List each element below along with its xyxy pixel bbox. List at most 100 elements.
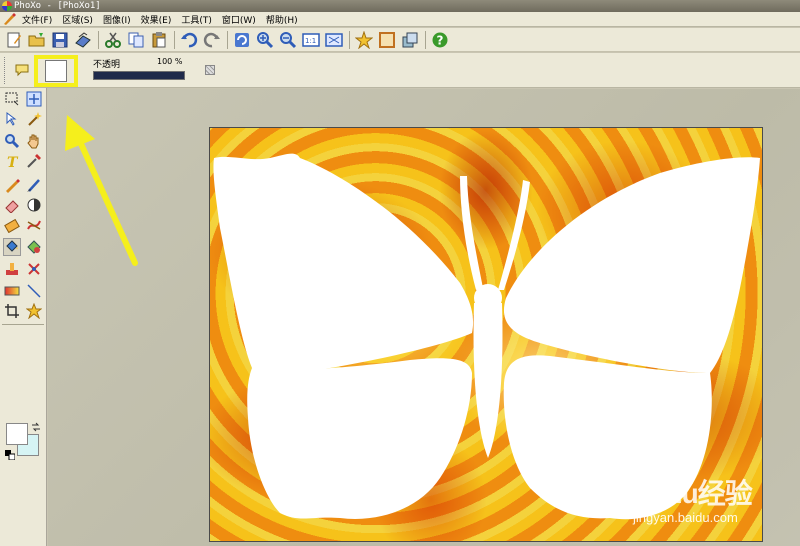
window-title: PhoXo - [PhoXo1] [14,1,101,11]
app-logo-icon [2,1,12,11]
stamp-tool[interactable] [3,260,21,278]
toolbar-separator [98,30,99,49]
brush-icon [27,179,40,192]
clone-tool[interactable] [3,216,21,234]
magic-wand-tool[interactable] [25,110,43,128]
stamp-icon [6,263,18,275]
main-toolbar: 1:1 ? [0,28,800,52]
toolbar-separator [349,30,350,49]
svg-text:?: ? [437,33,444,47]
menu-window[interactable]: 窗口(W) [218,13,262,26]
zoom-out-icon [280,31,297,48]
fit-window-button[interactable] [324,30,344,50]
menu-bar: 文件(F) 区域(S) 图像(I) 效果(E) 工具(T) 窗口(W) 帮助(H… [0,12,800,27]
layers-button[interactable] [400,30,420,50]
shape-icon [27,240,41,254]
line-tool[interactable] [25,282,43,300]
menu-tools[interactable]: 工具(T) [177,13,218,26]
annotation-arrow [65,115,138,266]
clone-icon [4,218,20,233]
swap-colors-icon[interactable] [31,422,41,432]
dodge-tool[interactable] [25,196,43,214]
hand-icon [27,134,39,149]
comment-icon[interactable] [15,63,29,77]
lasso-tool[interactable] [3,110,21,128]
cut-button[interactable] [103,30,123,50]
foreground-color-swatch[interactable] [6,423,28,445]
copy-button[interactable] [126,30,146,50]
watermark-main-text: Baidu经验 [625,478,753,509]
fill-tool[interactable] [3,238,21,256]
toolbar-separator [425,30,426,49]
move-tool[interactable] [25,90,43,108]
gradient-icon [4,286,20,296]
fill-icon [6,240,18,252]
opacity-slider[interactable] [93,71,185,80]
watermark-url: jingyan.baidu.com [633,510,738,525]
toolbar-separator [174,30,175,49]
title-bar: PhoXo - [PhoXo1] [0,0,800,12]
color-replace-tool[interactable] [25,260,43,278]
pencil-menu-icon[interactable] [2,13,16,25]
color-replace-icon [28,263,40,275]
redo-button[interactable] [202,30,222,50]
move-icon [26,91,42,107]
menu-help[interactable]: 帮助(H) [262,13,304,26]
rect-select-icon [5,92,19,106]
zoom-in-button[interactable] [255,30,275,50]
menu-select[interactable]: 区域(S) [58,13,99,26]
scan-icon [75,31,91,48]
dodge-icon [27,198,41,212]
open-button[interactable] [27,30,47,50]
gradient-tool[interactable] [3,282,21,300]
opacity-slider-fill [94,72,184,79]
rect-select-tool[interactable] [3,90,21,108]
zoom-out-button[interactable] [278,30,298,50]
actual-size-icon: 1:1 [302,32,320,47]
favorite-button[interactable] [354,30,374,50]
help-icon: ? [432,32,448,47]
toolbar-grip[interactable] [4,57,7,84]
eyedropper-tool[interactable] [25,152,43,170]
new-button[interactable] [4,30,24,50]
reset-colors-icon[interactable] [5,450,15,460]
menu-image[interactable]: 图像(I) [99,13,137,26]
actual-size-button[interactable]: 1:1 [301,30,321,50]
zoom-tool-icon [5,134,20,149]
refresh-icon [235,32,249,47]
paste-button[interactable] [149,30,169,50]
text-tool-icon: T [7,155,19,169]
zoom-tool[interactable] [3,132,21,150]
smudge-tool[interactable] [25,216,43,234]
favorite-icon [355,30,373,49]
save-button[interactable] [50,30,70,50]
refresh-button[interactable] [232,30,252,50]
texture-option-icon[interactable] [205,65,215,75]
star-icon [26,303,42,319]
pencil-tool[interactable] [3,176,21,194]
help-button[interactable]: ? [430,30,450,50]
frame-icon [379,31,395,48]
undo-button[interactable] [179,30,199,50]
text-tool[interactable]: T [3,152,21,170]
open-icon [28,32,45,46]
crop-tool[interactable] [3,302,21,320]
save-icon [52,32,68,47]
crop-icon [5,304,19,318]
tool-palette: T [0,88,47,546]
brush-tool[interactable] [25,176,43,194]
hand-tool[interactable] [25,132,43,150]
menu-file[interactable]: 文件(F) [18,13,58,26]
baidu-watermark: Baidu经验 jingyan.baidu.com [615,470,795,540]
star-tool[interactable] [25,302,43,320]
shape-tool[interactable] [25,238,43,256]
menu-effects[interactable]: 效果(E) [137,13,178,26]
scan-button[interactable] [73,30,93,50]
pencil-icon [6,179,20,193]
brush-preview-swatch[interactable] [45,60,67,82]
eraser-tool[interactable] [3,196,21,214]
frame-button[interactable] [377,30,397,50]
zoom-in-icon [257,31,274,48]
opacity-value: 100 % [157,57,183,66]
copy-icon [128,32,144,47]
